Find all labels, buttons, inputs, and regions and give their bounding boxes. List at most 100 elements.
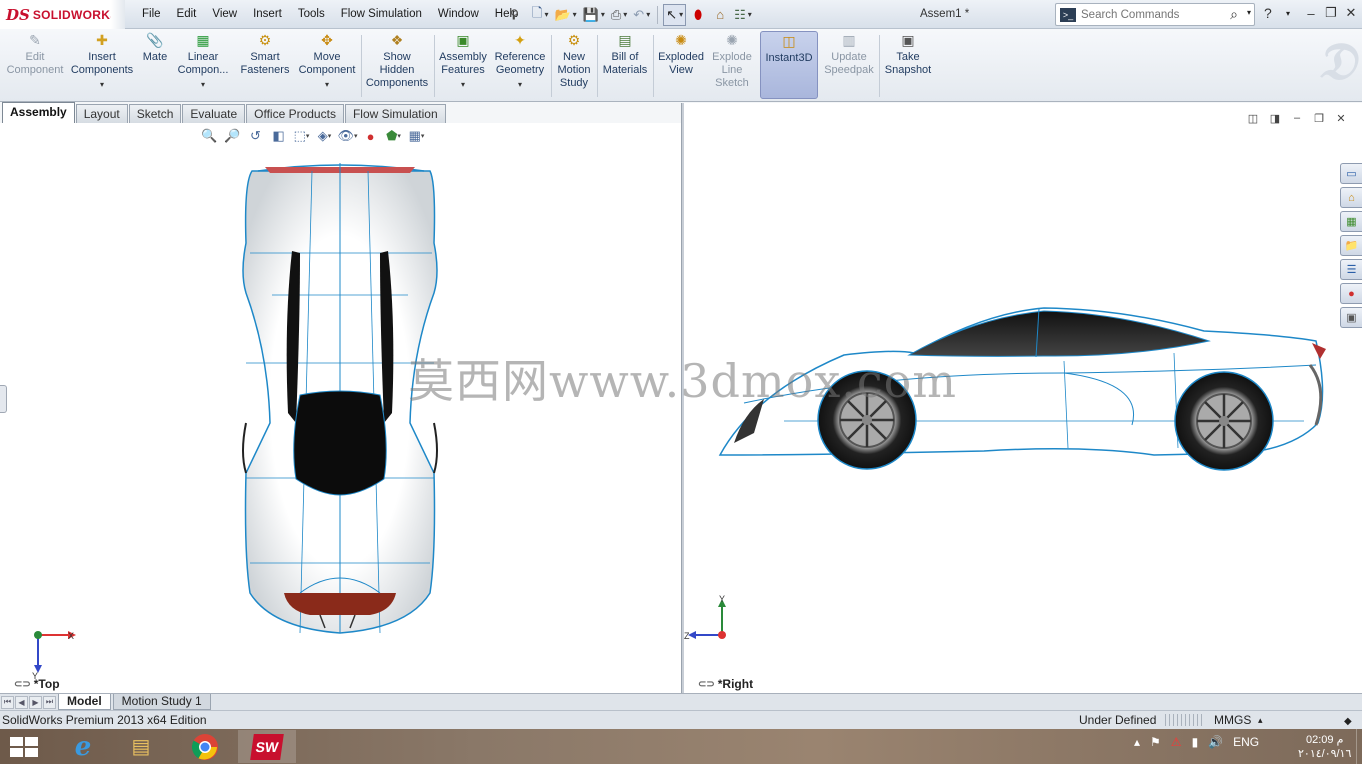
- solidworks-logo[interactable]: DS SOLIDWORKS: [0, 0, 125, 29]
- logo-text: SOLIDWORKS: [32, 7, 119, 22]
- menu-help[interactable]: Help: [487, 0, 527, 29]
- chevron-down-icon[interactable]: ▾: [201, 78, 205, 91]
- units-caret-icon[interactable]: ▴: [1258, 711, 1263, 729]
- tab-evaluate[interactable]: Evaluate: [182, 104, 246, 123]
- design-library-icon[interactable]: ▦: [1340, 211, 1362, 232]
- smart-fasteners-label: Smart Fasteners: [240, 51, 290, 76]
- update-speedpak-button[interactable]: ▥ Update Speedpak: [822, 31, 876, 99]
- signal-bars-icon[interactable]: ▮: [1192, 735, 1199, 749]
- start-button[interactable]: [10, 737, 38, 757]
- tab-sketch[interactable]: Sketch: [128, 104, 182, 123]
- unit-system[interactable]: MMGS: [1214, 711, 1251, 729]
- search-icon[interactable]: ⌕: [1230, 6, 1238, 23]
- last-tab-icon[interactable]: ⏭: [43, 695, 56, 709]
- tab-model[interactable]: Model: [58, 694, 111, 710]
- viewport-top[interactable]: 🔍 🔎 ↺ ◧ ⬚ ◈ 👁 ● ⬟ ▦: [0, 123, 682, 693]
- chevron-down-icon[interactable]: ▾: [518, 78, 522, 91]
- appearances-icon[interactable]: ●: [1340, 283, 1362, 304]
- smart-fasteners-button[interactable]: ⚙ Smart Fasteners: [236, 31, 294, 99]
- explode-line-label: Explode Line Sketch: [712, 51, 752, 89]
- file-explorer-icon[interactable]: ▤: [112, 730, 170, 763]
- open-folder-icon[interactable]: 📂: [552, 4, 578, 26]
- save-icon[interactable]: 💾: [581, 4, 607, 26]
- insert-components-button[interactable]: ✚ Insert Components ▾: [69, 31, 135, 99]
- menu-window[interactable]: Window: [430, 0, 487, 29]
- search-input[interactable]: [1081, 8, 1221, 21]
- help-icon[interactable]: ?: [1264, 5, 1272, 21]
- mate-button[interactable]: 📎 Mate: [138, 31, 172, 99]
- show-hidden-components-button[interactable]: ❖ Show Hidden Components: [364, 31, 430, 99]
- tab-layout[interactable]: Layout: [75, 104, 128, 123]
- rebuild-traffic-light-icon[interactable]: ⬮: [688, 4, 708, 26]
- chevron-down-icon[interactable]: ▾: [100, 78, 104, 91]
- next-tab-icon[interactable]: ▶: [29, 695, 42, 709]
- show-desktop-button[interactable]: [1356, 729, 1362, 764]
- help-dropdown-icon[interactable]: ▾: [1286, 9, 1290, 18]
- triad-y-label: Y: [719, 594, 725, 604]
- explode-line-sketch-button[interactable]: ✺ Explode Line Sketch: [709, 31, 755, 99]
- solidworks-taskbar-icon[interactable]: SW: [238, 730, 296, 763]
- custom-properties-icon[interactable]: ▣: [1340, 307, 1362, 328]
- tab-assembly[interactable]: Assembly: [2, 102, 75, 123]
- take-snapshot-button[interactable]: ▣ Take Snapshot: [882, 31, 934, 99]
- menu-bar: File Edit View Insert Tools Flow Simulat…: [134, 0, 526, 29]
- restore-icon[interactable]: ❐: [1322, 4, 1340, 22]
- menu-view[interactable]: View: [204, 0, 245, 29]
- chevron-down-icon[interactable]: ▾: [325, 78, 329, 91]
- view-name-top: *Top: [33, 677, 60, 691]
- viewport-right[interactable]: ◫ ◨ – ❐ ✕ Y Z ⊂⊃ *Right ▭ ⌂ ▦ 📁 ☰ ● ▣: [684, 103, 1362, 693]
- instant3d-button[interactable]: ◫ Instant3D: [760, 31, 818, 99]
- language-indicator[interactable]: ENG: [1233, 735, 1259, 749]
- solidworks-resources-icon[interactable]: ▭: [1340, 163, 1362, 184]
- prev-tab-icon[interactable]: ◀: [15, 695, 28, 709]
- file-properties-icon[interactable]: ⌂: [710, 4, 730, 26]
- file-explorer-icon[interactable]: 📁: [1340, 235, 1362, 256]
- view-palette-icon[interactable]: ☰: [1340, 259, 1362, 280]
- menu-file[interactable]: File: [134, 0, 169, 29]
- clock[interactable]: 02:09 م ٢٠١٤/٠٩/١٦: [1298, 733, 1351, 761]
- link-views-icon[interactable]: ⊂⊃: [14, 679, 31, 690]
- chrome-icon[interactable]: [176, 730, 234, 763]
- linear-pattern-button[interactable]: ▦ Linear Compon... ▾: [174, 31, 232, 99]
- volume-icon[interactable]: 🔊: [1208, 735, 1223, 749]
- action-center-flag-icon[interactable]: ⚑: [1150, 735, 1161, 749]
- exploded-view-button[interactable]: ✺ Exploded View: [656, 31, 706, 99]
- chevron-down-icon[interactable]: ▾: [461, 78, 465, 91]
- new-motion-study-button[interactable]: ⚙ New Motion Study: [554, 31, 594, 99]
- search-dropdown-icon[interactable]: ▾: [1247, 8, 1251, 17]
- new-document-icon[interactable]: 🗋: [530, 4, 550, 26]
- internet-explorer-icon[interactable]: e: [54, 730, 112, 763]
- motion-study-icon: ⚙: [567, 31, 581, 48]
- reference-geometry-label: Reference Geometry: [494, 51, 546, 76]
- minimize-icon[interactable]: –: [1302, 4, 1320, 22]
- edit-component-button[interactable]: ✎ Edit Component: [4, 31, 66, 99]
- tray-overflow-icon[interactable]: ▴: [1134, 735, 1140, 749]
- feature-manager-handle[interactable]: [0, 385, 7, 413]
- move-component-button[interactable]: ✥ Move Component ▾: [296, 31, 358, 99]
- first-tab-icon[interactable]: ⏮: [1, 695, 14, 709]
- tab-motion-study-1[interactable]: Motion Study 1: [112, 694, 211, 710]
- home-icon[interactable]: ⌂: [1340, 187, 1362, 208]
- assembly-features-button[interactable]: ▣ Assembly Features ▾: [437, 31, 489, 99]
- undo-icon[interactable]: ↶: [631, 4, 652, 26]
- menu-tools[interactable]: Tools: [290, 0, 333, 29]
- network-warning-icon[interactable]: ⚠: [1171, 735, 1182, 749]
- print-icon[interactable]: ⎙: [609, 4, 629, 26]
- close-icon[interactable]: ✕: [1342, 4, 1360, 22]
- tab-flow-simulation[interactable]: Flow Simulation: [344, 104, 446, 123]
- ribbon-separator: [434, 35, 435, 97]
- select-cursor-icon[interactable]: ↖: [663, 3, 687, 26]
- bill-of-materials-button[interactable]: ▤ Bill of Materials: [600, 31, 650, 99]
- menu-edit[interactable]: Edit: [169, 0, 205, 29]
- linear-pattern-label: Linear Compon...: [177, 51, 229, 76]
- link-views-icon[interactable]: ⊂⊃: [698, 679, 715, 690]
- quick-access-toolbar: 🗋 📂 💾 ⎙ ↶ ↖ ⬮ ⌂ ☷: [530, 3, 754, 26]
- menu-insert[interactable]: Insert: [245, 0, 290, 29]
- options-icon[interactable]: ☷: [732, 4, 754, 26]
- menu-flow-simulation[interactable]: Flow Simulation: [333, 0, 430, 29]
- linear-pattern-icon: ▦: [196, 31, 210, 48]
- pin-menu-icon[interactable]: ⚲: [510, 7, 519, 21]
- exploded-view-label: Exploded View: [658, 51, 704, 76]
- reference-geometry-button[interactable]: ✦ Reference Geometry ▾: [492, 31, 548, 99]
- tab-office-products[interactable]: Office Products: [246, 104, 344, 123]
